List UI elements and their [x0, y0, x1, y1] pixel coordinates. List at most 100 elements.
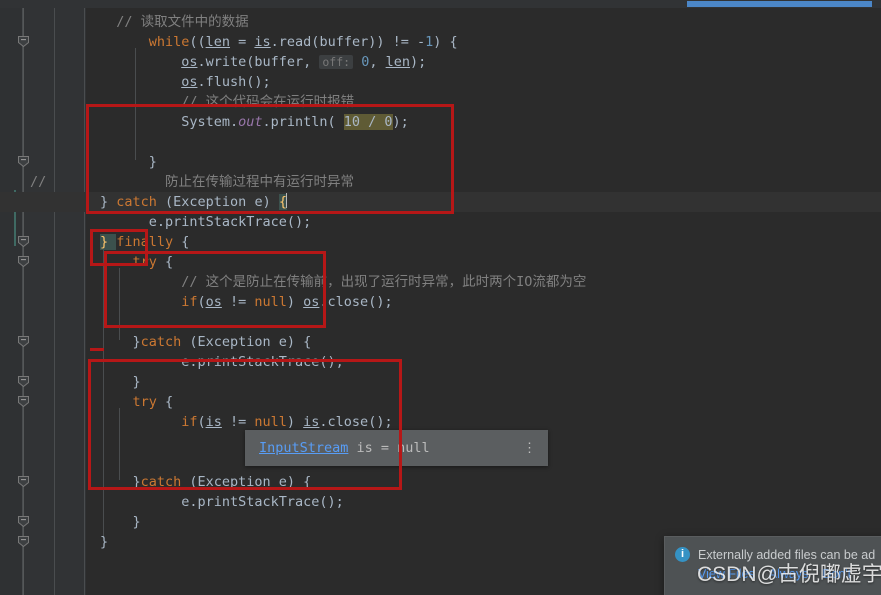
- code-token: os: [303, 294, 320, 310]
- fold-marker[interactable]: [17, 515, 30, 528]
- notification-link[interactable]: Always: [769, 567, 809, 581]
- code-token: len: [205, 34, 231, 50]
- code-token: }: [132, 334, 141, 350]
- parameter-type-link[interactable]: InputStream: [259, 440, 348, 456]
- code-token: System.: [181, 114, 239, 130]
- notification-link[interactable]: View Files: [698, 567, 755, 581]
- code-token: {: [173, 234, 190, 250]
- code-token: while: [148, 34, 190, 50]
- parameter-info-text: InputStream is = null: [245, 430, 444, 466]
- code-token: }: [100, 194, 117, 210]
- gutter-icon-column: [0, 8, 22, 595]
- code-token: if: [181, 294, 198, 310]
- editor-gutter[interactable]: //: [0, 8, 86, 595]
- code-line[interactable]: } catch (Exception e) {: [86, 192, 881, 212]
- code-token: !=: [221, 414, 255, 430]
- code-token: e.printStackTrace();: [181, 354, 344, 370]
- code-token: catch: [116, 194, 157, 210]
- code-token: .close();: [319, 294, 393, 310]
- code-token: is: [205, 414, 222, 430]
- code-token: .println(: [262, 114, 344, 130]
- code-editor-surface[interactable]: // 读取文件中的数据 while((len = is.read(buffer))…: [0, 8, 881, 595]
- more-options-icon[interactable]: ⋮: [515, 442, 548, 455]
- code-token: off:: [319, 55, 354, 69]
- code-line[interactable]: while((len = is.read(buffer)) != -1) {: [86, 32, 881, 52]
- fold-marker[interactable]: [17, 375, 30, 388]
- code-token: os: [181, 54, 198, 70]
- notification-link[interactable]: Don't: [822, 567, 851, 581]
- code-token: e.printStackTrace();: [148, 214, 312, 230]
- code-token: .close();: [319, 414, 393, 430]
- code-line[interactable]: }: [86, 512, 881, 532]
- editor-window: // // 读取文件中的数据 while((len = is.read(buffe…: [0, 0, 881, 595]
- code-token: {: [156, 254, 174, 270]
- code-line[interactable]: try {: [86, 252, 881, 272]
- code-token: // 读取文件中的数据: [116, 14, 249, 30]
- code-line[interactable]: os.flush();: [86, 72, 881, 92]
- fold-marker[interactable]: [17, 535, 30, 548]
- code-line[interactable]: }: [86, 372, 881, 392]
- fold-marker[interactable]: [17, 475, 30, 488]
- code-line[interactable]: 防止在传输过程中有运行时异常: [86, 172, 881, 192]
- fold-marker[interactable]: [17, 255, 30, 268]
- code-token: catch: [140, 474, 182, 490]
- notification-message: Externally added files can be ad: [698, 548, 876, 562]
- code-line[interactable]: if(is != null) is.close();: [86, 412, 881, 432]
- code-token: }: [132, 474, 141, 490]
- fold-marker[interactable]: [17, 335, 30, 348]
- code-line[interactable]: [86, 312, 881, 332]
- code-line[interactable]: e.printStackTrace();: [86, 492, 881, 512]
- text-caret: [285, 193, 287, 208]
- code-token: (Exception e) {: [181, 474, 312, 490]
- code-token: {: [156, 394, 174, 410]
- code-line[interactable]: }catch (Exception e) {: [86, 472, 881, 492]
- fold-marker[interactable]: [17, 395, 30, 408]
- code-line[interactable]: System.out.println( 10 / 0);: [86, 112, 881, 132]
- gutter-comment-mark: //: [30, 174, 47, 190]
- parameter-info-popup[interactable]: InputStream is = null ⋮: [245, 430, 548, 466]
- code-line[interactable]: // 这个代码会在运行时报错: [86, 92, 881, 112]
- fold-marker[interactable]: [17, 235, 30, 248]
- code-line[interactable]: // 读取文件中的数据: [86, 12, 881, 32]
- code-line[interactable]: [86, 132, 881, 152]
- code-token: }: [148, 154, 157, 170]
- code-token: os: [181, 74, 198, 90]
- code-token: is: [303, 414, 320, 430]
- top-scrollbar-strip: [0, 0, 881, 8]
- code-token: }: [132, 374, 141, 390]
- gutter-divider-line: [84, 8, 85, 595]
- code-line[interactable]: } finally {: [86, 232, 881, 252]
- notification-action-links[interactable]: View Files Always Don't: [665, 565, 881, 591]
- code-token: null: [254, 294, 287, 310]
- code-line[interactable]: }catch (Exception e) {: [86, 332, 881, 352]
- code-token: );: [410, 54, 427, 70]
- code-line[interactable]: os.write(buffer, off: 0, len);: [86, 52, 881, 72]
- gutter-divider-line: [54, 8, 55, 595]
- code-line[interactable]: }: [86, 152, 881, 172]
- code-token: ): [286, 414, 304, 430]
- code-token: (Exception e): [156, 194, 279, 210]
- code-token: try: [132, 394, 157, 410]
- code-line[interactable]: if(os != null) os.close();: [86, 292, 881, 312]
- horizontal-scrollbar-thumb[interactable]: [687, 1, 872, 7]
- code-token: }: [132, 514, 141, 530]
- fold-marker[interactable]: [17, 35, 30, 48]
- code-token: }: [100, 234, 117, 250]
- fold-marker[interactable]: [17, 155, 30, 168]
- code-line[interactable]: e.printStackTrace();: [86, 212, 881, 232]
- code-line[interactable]: try {: [86, 392, 881, 412]
- code-token: finally: [116, 234, 174, 250]
- code-token: // 这个是防止在传输前，出现了运行时异常，此时两个IO流都为空: [181, 274, 587, 290]
- code-line[interactable]: // 这个是防止在传输前，出现了运行时异常，此时两个IO流都为空: [86, 272, 881, 292]
- code-token: if: [181, 414, 198, 430]
- code-token: (: [197, 294, 206, 310]
- fold-rail: [23, 8, 24, 595]
- code-token: (: [197, 414, 206, 430]
- notification-balloon[interactable]: i Externally added files can be ad View …: [664, 536, 881, 595]
- code-token: 10 / 0: [343, 114, 393, 130]
- code-token: =: [230, 34, 255, 50]
- code-line[interactable]: e.printStackTrace();: [86, 352, 881, 372]
- code-token: !=: [221, 294, 255, 310]
- code-token: null: [254, 414, 287, 430]
